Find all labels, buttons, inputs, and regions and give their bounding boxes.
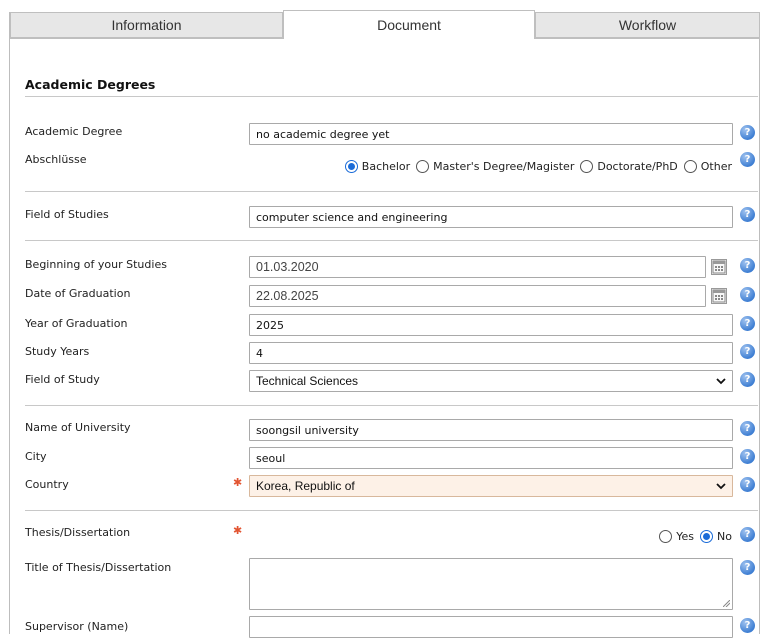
tab-bar-divider	[10, 38, 283, 39]
supervisor-label: Supervisor (Name)	[25, 620, 129, 633]
chevron-down-icon	[716, 483, 726, 490]
radio-doctorate-label: Doctorate/PhD	[597, 160, 678, 173]
year-of-graduation-input[interactable]: 2025	[249, 314, 733, 336]
help-icon[interactable]: ?	[740, 477, 755, 492]
study-years-label: Study Years	[25, 345, 90, 358]
section-title: Academic Degrees	[25, 77, 156, 92]
country-label: Country	[25, 478, 69, 491]
form-frame-right-border	[759, 12, 760, 634]
help-icon[interactable]: ?	[740, 125, 755, 140]
radio-masters[interactable]: Master's Degree/Magister	[416, 160, 574, 173]
radio-thesis-yes-indicator	[659, 530, 673, 543]
radio-other[interactable]: Other	[683, 160, 732, 173]
beginning-of-studies-label: Beginning of your Studies	[25, 258, 167, 271]
help-icon[interactable]: ?	[740, 449, 755, 464]
tab-information[interactable]: Information	[10, 12, 283, 38]
tab-document-label: Document	[377, 17, 441, 33]
academic-degree-input[interactable]: no academic degree yet	[249, 123, 733, 145]
asterisk-icon: ✱	[233, 476, 243, 489]
help-icon[interactable]: ?	[740, 258, 755, 273]
help-icon[interactable]: ?	[740, 287, 755, 302]
divider	[25, 191, 758, 192]
abschluesse-radio-group: Bachelor Master's Degree/Magister Doctor…	[339, 160, 732, 173]
form-frame-left-border	[9, 12, 10, 634]
thesis-title-label: Title of Thesis/Dissertation	[25, 561, 172, 574]
date-of-graduation-label: Date of Graduation	[25, 287, 131, 300]
help-icon[interactable]: ?	[740, 527, 755, 542]
radio-thesis-no[interactable]: No	[700, 530, 732, 543]
radio-bachelor-label: Bachelor	[361, 160, 411, 173]
radio-thesis-yes[interactable]: Yes	[659, 530, 694, 543]
thesis-radio-group: Yes No	[653, 530, 732, 543]
tab-document[interactable]: Document	[283, 10, 535, 39]
radio-thesis-no-indicator	[700, 530, 714, 543]
help-icon[interactable]: ?	[740, 372, 755, 387]
field-of-studies-input[interactable]: computer science and engineering	[249, 206, 733, 228]
help-icon[interactable]: ?	[740, 560, 755, 575]
supervisor-input[interactable]	[249, 616, 733, 638]
calendar-icon[interactable]	[711, 288, 727, 304]
radio-masters-label: Master's Degree/Magister	[433, 160, 575, 173]
divider	[25, 510, 758, 511]
radio-other-indicator	[683, 160, 697, 173]
study-years-input[interactable]: 4	[249, 342, 733, 364]
radio-bachelor-indicator	[344, 160, 358, 173]
radio-other-label: Other	[700, 160, 732, 173]
divider	[25, 96, 758, 97]
tab-bar-divider	[535, 38, 760, 39]
thesis-title-textarea[interactable]	[249, 558, 733, 610]
date-of-graduation-input[interactable]: 22.08.2025	[249, 285, 706, 307]
radio-thesis-yes-label: Yes	[676, 530, 695, 543]
chevron-down-icon	[716, 378, 726, 385]
asterisk-icon: ✱	[233, 524, 243, 537]
divider	[25, 240, 758, 241]
help-icon[interactable]: ?	[740, 344, 755, 359]
field-of-studies-label: Field of Studies	[25, 208, 109, 221]
abschluesse-label: Abschlüsse	[25, 153, 87, 166]
tab-workflow-label: Workflow	[618, 17, 677, 33]
field-of-study-label: Field of Study	[25, 373, 100, 386]
city-input[interactable]: seoul	[249, 447, 733, 469]
tab-information-label: Information	[111, 17, 182, 33]
help-icon[interactable]: ?	[740, 152, 755, 167]
help-icon[interactable]: ?	[740, 207, 755, 222]
help-icon[interactable]: ?	[740, 316, 755, 331]
radio-doctorate-indicator	[580, 160, 594, 173]
radio-thesis-no-label: No	[717, 530, 732, 543]
field-of-study-value: Technical Sciences	[256, 374, 359, 388]
tab-workflow[interactable]: Workflow	[535, 12, 760, 38]
university-name-input[interactable]: soongsil university	[249, 419, 733, 441]
radio-masters-indicator	[416, 160, 430, 173]
academic-degree-label: Academic Degree	[25, 125, 123, 138]
resize-handle-icon[interactable]	[723, 600, 730, 607]
university-name-label: Name of University	[25, 421, 131, 434]
country-select[interactable]: Korea, Republic of	[249, 475, 733, 497]
beginning-of-studies-input[interactable]: 01.03.2020	[249, 256, 706, 278]
country-value: Korea, Republic of	[256, 479, 355, 493]
help-icon[interactable]: ?	[740, 421, 755, 436]
field-of-study-select[interactable]: Technical Sciences	[249, 370, 733, 392]
divider	[25, 405, 758, 406]
year-of-graduation-label: Year of Graduation	[25, 317, 128, 330]
thesis-label: Thesis/Dissertation	[25, 526, 131, 539]
radio-doctorate[interactable]: Doctorate/PhD	[580, 160, 678, 173]
help-icon[interactable]: ?	[740, 618, 755, 633]
radio-bachelor[interactable]: Bachelor	[344, 160, 411, 173]
city-label: City	[25, 450, 47, 463]
calendar-icon[interactable]	[711, 259, 727, 275]
